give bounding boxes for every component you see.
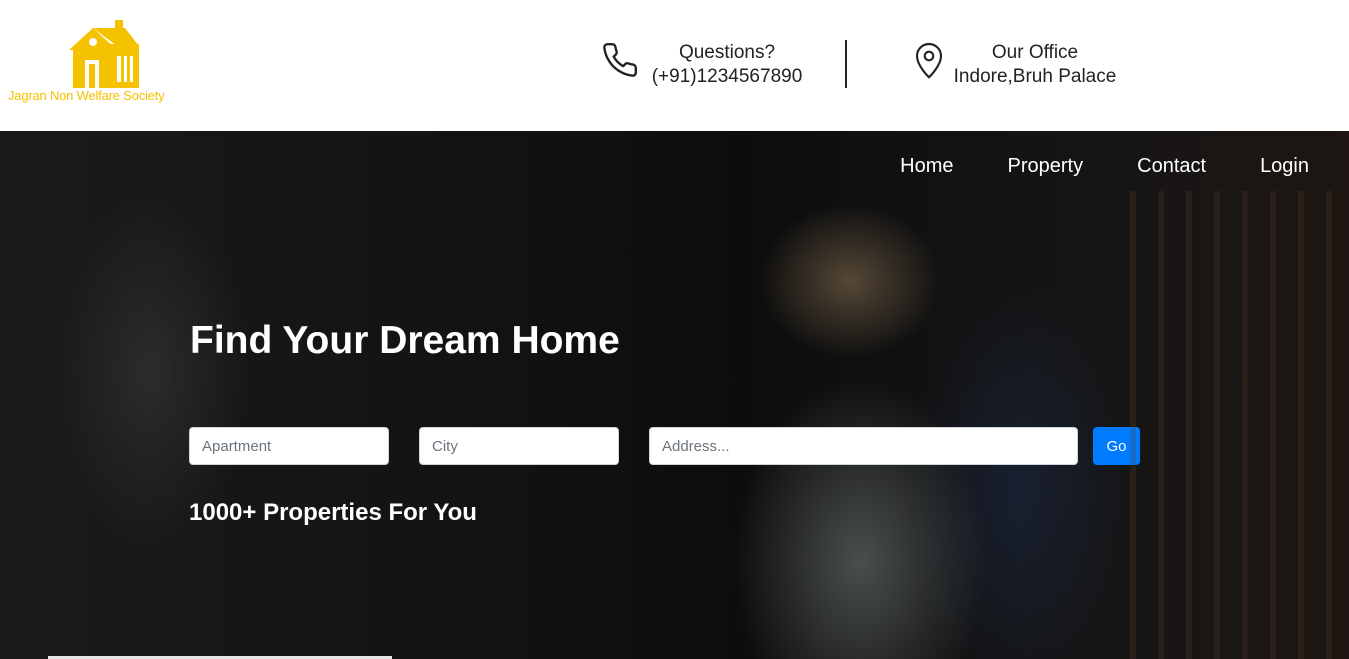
house-icon [69, 20, 139, 88]
phone-label: Questions? [678, 42, 776, 63]
hero-title: Find Your Dream Home [190, 319, 620, 362]
hero-section: Home Property Contact Login Find Your Dr… [0, 131, 1349, 659]
main-nav: Home Property Contact Login [846, 155, 1309, 178]
top-header: Jagran Non Welfare Society Questions? (+… [0, 0, 1349, 131]
phone-icon [603, 42, 638, 77]
brand-logo[interactable]: Jagran Non Welfare Society [6, 18, 196, 108]
header-divider [845, 40, 847, 88]
brand-name: Jagran Non Welfare Society [8, 88, 165, 103]
nav-property[interactable]: Property [1008, 155, 1084, 178]
phone-number: (+91)1234567890 [651, 66, 803, 87]
hero-subtitle: 1000+ Properties For You [189, 499, 477, 526]
nav-login[interactable]: Login [1260, 155, 1309, 178]
go-button[interactable]: Go [1093, 427, 1140, 465]
office-label: Our Office [991, 42, 1079, 63]
phone-contact[interactable]: Questions? (+91)1234567890 [601, 40, 811, 90]
location-pin-icon [915, 42, 943, 79]
office-address: Indore,Bruh Palace [953, 66, 1117, 87]
property-type-input[interactable] [189, 427, 389, 465]
office-contact[interactable]: Our Office Indore,Bruh Palace [913, 40, 1133, 90]
nav-home[interactable]: Home [900, 155, 953, 178]
nav-contact[interactable]: Contact [1137, 155, 1206, 178]
city-input[interactable] [419, 427, 619, 465]
address-input[interactable] [649, 427, 1078, 465]
